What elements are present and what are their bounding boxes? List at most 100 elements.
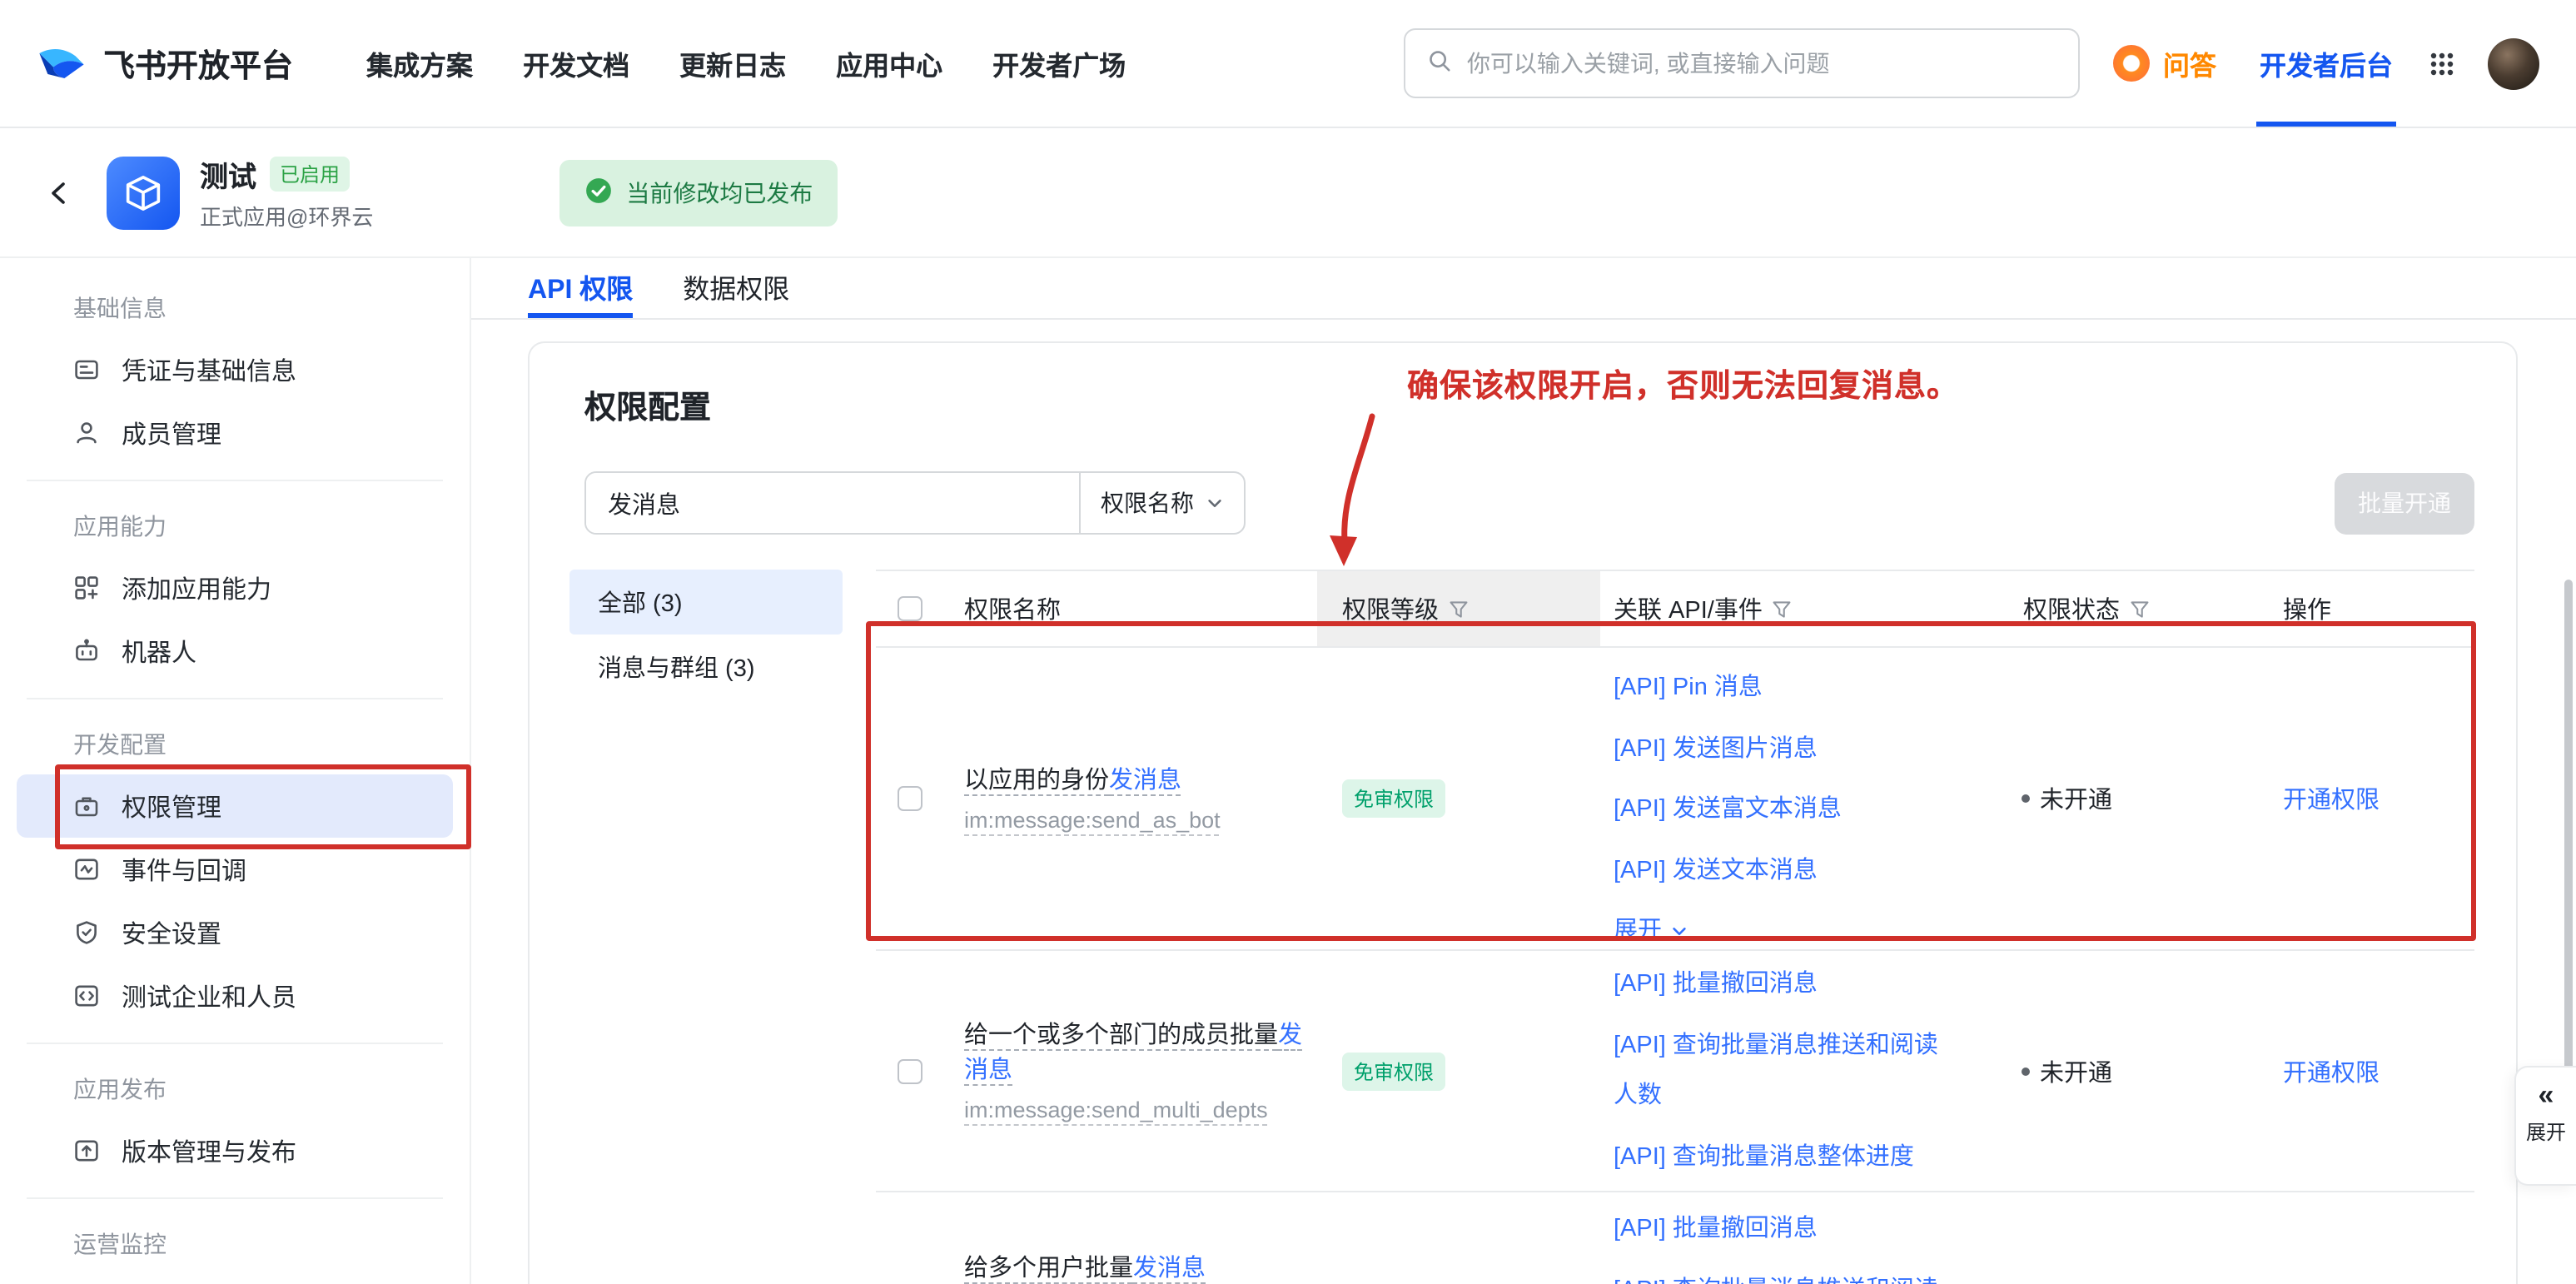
chevron-down-icon (1206, 494, 1224, 512)
row-checkbox[interactable] (898, 786, 922, 811)
app-status-badge: 已启用 (270, 157, 350, 192)
table-row: 给一个或多个部门的成员批量发消息 im:message:send_multi_d… (876, 949, 2474, 1192)
nav-item-app-center[interactable]: 应用中心 (836, 0, 942, 127)
row-checkbox[interactable] (898, 1058, 922, 1083)
publish-status-text: 当前修改均已发布 (626, 176, 813, 209)
sidebar-section-dev-config: 开发配置 (0, 714, 470, 774)
sidebar-divider (27, 1197, 443, 1199)
permission-tabs: API 权限 数据权限 (471, 258, 2576, 320)
top-navigation: 飞书开放平台 集成方案 开发文档 更新日志 应用中心 开发者广场 问答 开发者后… (0, 0, 2576, 128)
status-dot (2022, 1067, 2030, 1075)
api-link[interactable]: [API] 查询批量消息整体进度 (1614, 1132, 1914, 1183)
sidebar-item-label: 版本管理与发布 (122, 1133, 296, 1168)
level-badge: 免审权限 (1342, 1052, 1445, 1090)
back-button[interactable] (37, 169, 83, 216)
status-dot (2022, 794, 2030, 803)
events-icon (73, 856, 100, 883)
sidebar-divider (27, 480, 443, 481)
publish-status-banner: 当前修改均已发布 (559, 159, 838, 226)
api-link[interactable]: [API] 发送富文本消息 (1614, 784, 1842, 835)
sidebar-item-test-org[interactable]: 测试企业和人员 (17, 964, 453, 1028)
nav-item-changelog[interactable]: 更新日志 (679, 0, 786, 127)
check-circle-icon (584, 176, 613, 209)
table-header: 权限名称 权限等级 关联 API/事件 权限状态 (876, 571, 2474, 646)
api-link[interactable]: [API] 批量撤回消息 (1614, 959, 1818, 1010)
page-title: 权限配置 (584, 386, 2474, 431)
double-chevron-left-icon: « (2539, 1081, 2554, 1111)
sidebar-item-version[interactable]: 版本管理与发布 (17, 1119, 453, 1182)
apps-grid-icon[interactable] (2429, 51, 2454, 76)
qa-icon (2113, 45, 2150, 82)
sidebar-section-basic-info: 基础信息 (0, 278, 470, 338)
app-subtitle: 正式应用@环界云 (200, 200, 373, 231)
permission-name[interactable]: 以应用的身份发消息 (964, 764, 1181, 799)
permission-name[interactable]: 给多个用户批量发消息 (964, 1253, 1206, 1284)
sidebar-item-permissions[interactable]: 权限管理 (17, 774, 453, 838)
category-message-group[interactable]: 消息与群组 (3) (569, 635, 843, 699)
feishu-logo-icon (37, 36, 87, 91)
sidebar-item-security[interactable]: 安全设置 (17, 901, 453, 964)
filter-icon[interactable] (2130, 599, 2150, 619)
expand-link[interactable]: 展开 (1614, 907, 1688, 958)
nav-item-integrations[interactable]: 集成方案 (366, 0, 473, 127)
tab-data-permissions[interactable]: 数据权限 (683, 258, 789, 318)
permission-search-group: 权限名称 (584, 471, 1246, 535)
sidebar-item-label: 凭证与基础信息 (122, 352, 296, 387)
brand-name: 飞书开放平台 (103, 41, 293, 86)
add-capability-icon (73, 575, 100, 601)
sidebar-section-capabilities: 应用能力 (0, 496, 470, 556)
qa-label: 问答 (2163, 43, 2216, 83)
filter-icon[interactable] (1449, 599, 1469, 619)
search-input[interactable] (1467, 50, 2056, 77)
bot-icon (73, 638, 100, 664)
vertical-scrollbar[interactable] (2564, 580, 2573, 1146)
sidebar-divider (27, 698, 443, 699)
sidebar-item-credentials[interactable]: 凭证与基础信息 (17, 338, 453, 401)
main-content: API 权限 数据权限 权限配置 权限名称 批量开通 (471, 258, 2576, 1284)
primary-nav: 集成方案 开发文档 更新日志 应用中心 开发者广场 (366, 0, 1126, 127)
nav-item-developer-plaza[interactable]: 开发者广场 (992, 0, 1126, 127)
permission-search-input[interactable] (586, 473, 1079, 533)
sidebar-divider (27, 1043, 443, 1044)
qa-link[interactable]: 问答 (2113, 43, 2216, 83)
category-all[interactable]: 全部 (3) (569, 570, 843, 635)
api-link[interactable]: [API] 发送图片消息 (1614, 724, 1818, 774)
members-icon (73, 420, 100, 446)
batch-enable-button[interactable]: 批量开通 (2335, 472, 2474, 534)
api-link[interactable]: [API] Pin 消息 (1614, 663, 1763, 714)
app-info: 测试 已启用 正式应用@环界云 (200, 153, 373, 231)
api-link[interactable]: [API] 查询批量消息推送和阅读 (1614, 1266, 1938, 1284)
column-header-action: 操作 (2283, 571, 2474, 646)
sidebar-item-members[interactable]: 成员管理 (17, 401, 453, 465)
sidebar-item-add-capability[interactable]: 添加应用能力 (17, 556, 453, 620)
search-type-select[interactable]: 权限名称 (1081, 473, 1244, 533)
select-all-checkbox[interactable] (898, 596, 922, 621)
app-header: 测试 已启用 正式应用@环界云 当前修改均已发布 (0, 128, 2576, 258)
sidebar-item-bot[interactable]: 机器人 (17, 620, 453, 683)
sidebar-item-events[interactable]: 事件与回调 (17, 838, 453, 901)
global-search[interactable] (1404, 28, 2080, 98)
permission-name[interactable]: 给一个或多个部门的成员批量发消息 (964, 1019, 1307, 1089)
expander-label: 展开 (2526, 1117, 2566, 1146)
api-link[interactable]: [API] 发送文本消息 (1614, 846, 1818, 897)
enable-permission-link[interactable]: 开通权限 (2283, 781, 2380, 816)
category-list: 全部 (3) 消息与群组 (3) (569, 570, 843, 1284)
permission-code: im:message:send_as_bot (964, 808, 1221, 833)
chevron-down-icon (1670, 923, 1688, 941)
sidebar-item-label: 机器人 (122, 634, 196, 669)
column-header-level: 权限等级 (1317, 571, 1600, 646)
search-type-label: 权限名称 (1101, 486, 1194, 520)
tab-api-permissions[interactable]: API 权限 (528, 258, 633, 318)
api-link[interactable]: [API] 批量撤回消息 (1614, 1205, 1818, 1256)
enable-permission-link[interactable]: 开通权限 (2283, 1053, 2380, 1088)
nav-item-docs[interactable]: 开发文档 (523, 0, 629, 127)
nav-developer-console[interactable]: 开发者后台 (2256, 0, 2396, 127)
sidebar-expand-button[interactable]: « 展开 (2514, 1066, 2576, 1186)
security-icon (73, 919, 100, 946)
credentials-icon (73, 356, 100, 383)
sidebar-item-label: 事件与回调 (122, 852, 246, 887)
user-avatar[interactable] (2488, 37, 2539, 89)
api-link[interactable]: [API] 查询批量消息推送和阅读人数 (1614, 1020, 1952, 1122)
brand[interactable]: 飞书开放平台 (37, 36, 293, 91)
filter-icon[interactable] (1773, 599, 1793, 619)
